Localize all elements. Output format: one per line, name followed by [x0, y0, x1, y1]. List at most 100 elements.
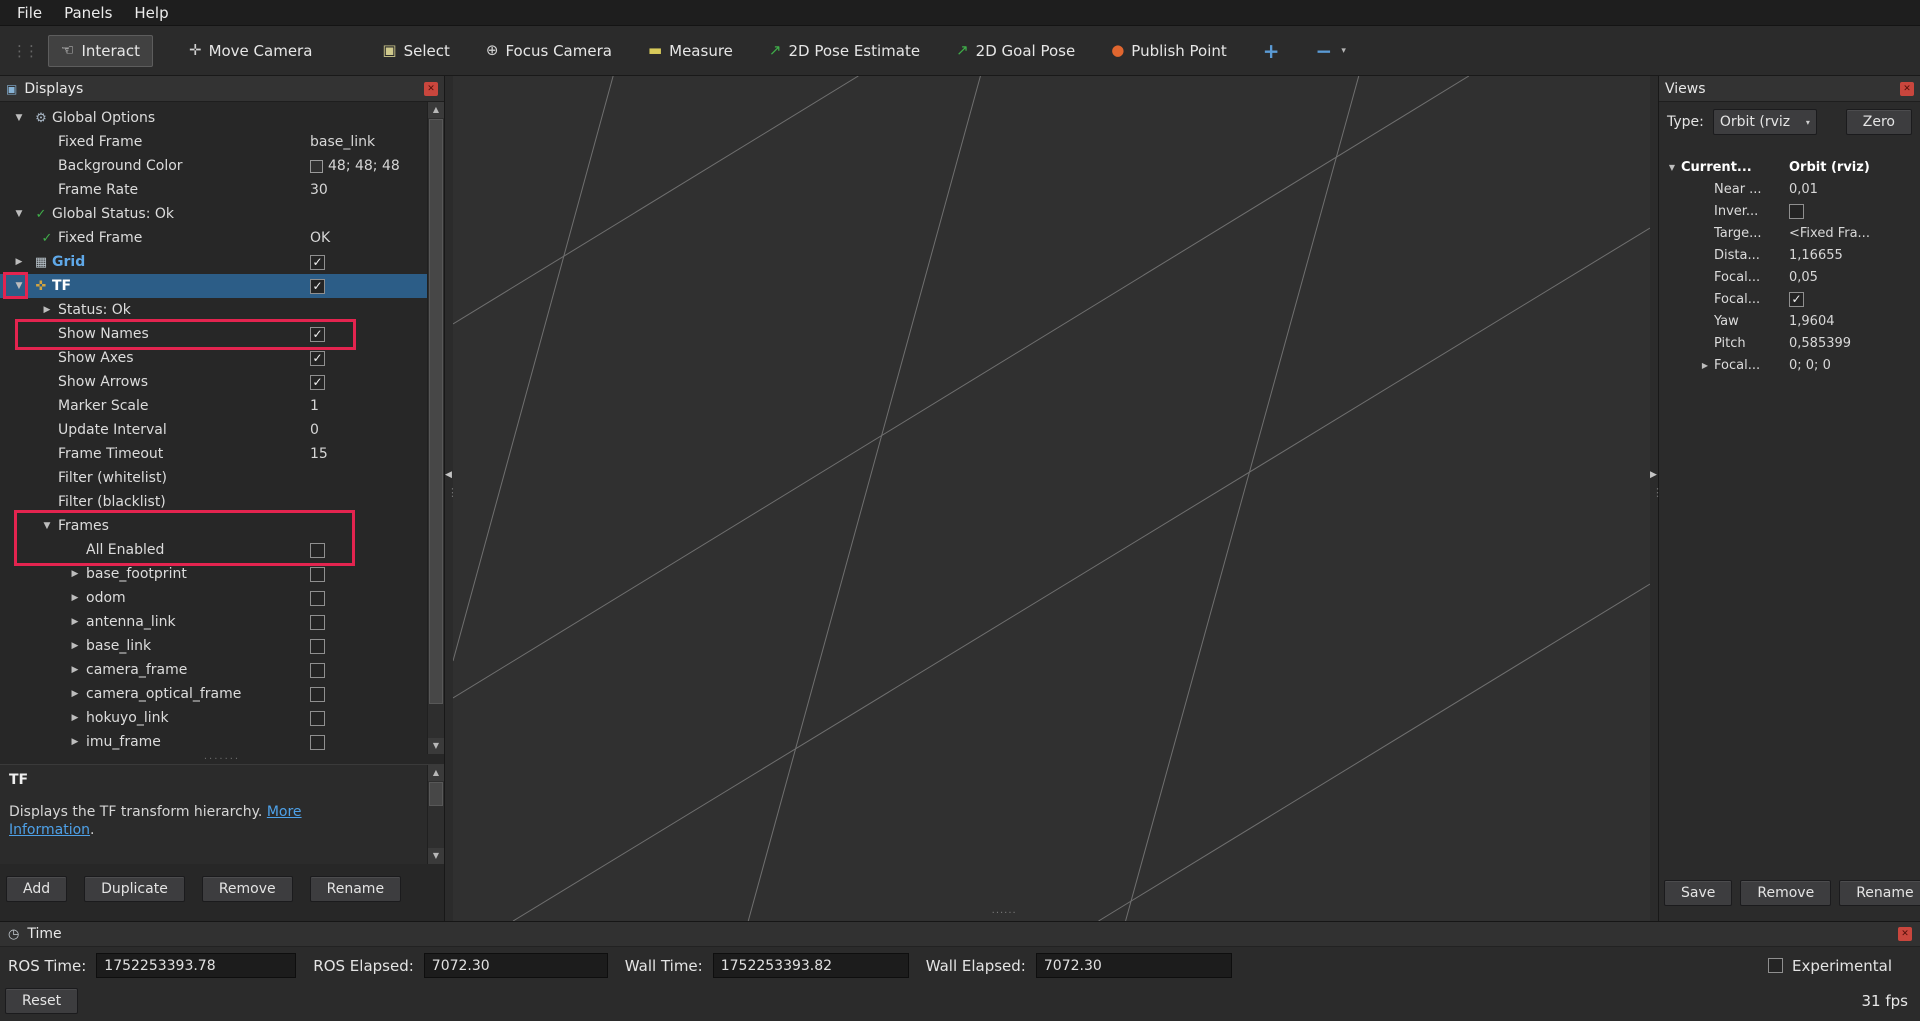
view-type-dropdown[interactable]: Orbit (rviz	[1713, 109, 1817, 135]
tool-select[interactable]: ▣Select	[382, 42, 449, 60]
display-row-fixed-frame[interactable]: ✓Fixed FrameOK	[0, 226, 427, 250]
display-row-grid[interactable]: ▶▦Grid✓	[0, 250, 427, 274]
checkbox[interactable]	[310, 615, 325, 630]
expander-down-icon[interactable]: ▼	[1663, 163, 1681, 172]
scroll-down-icon[interactable]	[428, 738, 444, 754]
tool-remove-tool[interactable]: −▾	[1316, 41, 1346, 61]
checkbox[interactable]	[310, 663, 325, 678]
checkbox[interactable]	[310, 687, 325, 702]
expander-down-icon[interactable]: ▼	[8, 113, 30, 123]
description-scrollbar[interactable]	[427, 765, 444, 864]
checkbox[interactable]	[310, 711, 325, 726]
scrollbar-thumb[interactable]	[429, 119, 443, 704]
view-property-near[interactable]: Near ...0,01	[1659, 178, 1920, 200]
display-row-odom[interactable]: ▶odom	[0, 586, 427, 610]
view-property-focal[interactable]: ▶Focal...0; 0; 0	[1659, 354, 1920, 376]
expander-right-icon[interactable]: ▶	[64, 665, 86, 675]
display-row-camera-optical-frame[interactable]: ▶camera_optical_frame	[0, 682, 427, 706]
expander-right-icon[interactable]: ▶	[8, 257, 30, 267]
zero-button[interactable]: Zero	[1846, 109, 1912, 135]
display-row-all-enabled[interactable]: All Enabled	[0, 538, 427, 562]
expander-right-icon[interactable]: ▶	[64, 593, 86, 603]
checkbox[interactable]	[1789, 204, 1804, 219]
expander-right-icon[interactable]: ▶	[64, 641, 86, 651]
checkbox[interactable]: ✓	[310, 351, 325, 366]
expander-right-icon[interactable]: ▶	[36, 305, 58, 315]
expander-right-icon[interactable]: ▶	[1696, 361, 1714, 370]
tool-add-tool[interactable]: +	[1263, 41, 1280, 61]
checkbox[interactable]: ✓	[1789, 292, 1804, 307]
display-row-hokuyo-link[interactable]: ▶hokuyo_link	[0, 706, 427, 730]
display-row-update-interval[interactable]: Update Interval0	[0, 418, 427, 442]
close-icon[interactable]	[1898, 927, 1912, 941]
display-row-status-ok[interactable]: ▶Status: Ok	[0, 298, 427, 322]
experimental-toggle[interactable]: Experimental	[1768, 957, 1892, 975]
display-row-filter-blacklist[interactable]: Filter (blacklist)	[0, 490, 427, 514]
tool-measure[interactable]: ▬Measure	[648, 42, 733, 60]
display-row-base-footprint[interactable]: ▶base_footprint	[0, 562, 427, 586]
add-button[interactable]: Add	[6, 876, 67, 902]
collapse-left-icon[interactable]	[445, 470, 452, 480]
time-field-input[interactable]	[96, 953, 296, 978]
display-row-frame-rate[interactable]: Frame Rate30	[0, 178, 427, 202]
tool-2d-pose-estimate[interactable]: ↗2D Pose Estimate	[769, 42, 920, 60]
scrollbar-thumb[interactable]	[429, 782, 443, 806]
display-row-global-status-ok[interactable]: ▼✓Global Status: Ok	[0, 202, 427, 226]
display-row-background-color[interactable]: Background Color48; 48; 48	[0, 154, 427, 178]
checkbox[interactable]: ✓	[310, 375, 325, 390]
collapse-right-icon[interactable]	[1650, 470, 1657, 480]
expander-right-icon[interactable]: ▶	[64, 569, 86, 579]
expander-down-icon[interactable]: ▼	[8, 209, 30, 219]
view-property-inver[interactable]: Inver...	[1659, 200, 1920, 222]
view-property-current[interactable]: ▼Current...Orbit (rviz)	[1659, 156, 1920, 178]
checkbox[interactable]: ✓	[310, 279, 325, 294]
duplicate-button[interactable]: Duplicate	[84, 876, 185, 902]
view-property-focal[interactable]: Focal...✓	[1659, 288, 1920, 310]
checkbox[interactable]	[310, 639, 325, 654]
tool-2d-goal-pose[interactable]: ↗2D Goal Pose	[956, 42, 1075, 60]
displays-tree-scrollbar[interactable]	[427, 102, 444, 754]
scroll-up-icon[interactable]	[428, 102, 444, 118]
rename-button[interactable]: Rename	[310, 876, 401, 902]
view-property-yaw[interactable]: Yaw1,9604	[1659, 310, 1920, 332]
display-row-antenna-link[interactable]: ▶antenna_link	[0, 610, 427, 634]
expander-down-icon[interactable]: ▼	[8, 281, 30, 291]
time-field-input[interactable]	[1036, 953, 1232, 978]
experimental-checkbox[interactable]	[1768, 958, 1783, 973]
right-splitter[interactable]	[1650, 76, 1658, 921]
expander-right-icon[interactable]: ▶	[64, 617, 86, 627]
tool-focus-camera[interactable]: ⊕Focus Camera	[486, 42, 612, 60]
display-row-imu-frame[interactable]: ▶imu_frame	[0, 730, 427, 754]
left-splitter[interactable]	[445, 76, 453, 921]
tree-description-splitter[interactable]	[0, 754, 444, 764]
display-row-fixed-frame[interactable]: Fixed Framebase_link	[0, 130, 427, 154]
display-row-tf[interactable]: ▼✜TF✓	[0, 274, 427, 298]
remove-button[interactable]: Remove	[202, 876, 293, 902]
save-button[interactable]: Save	[1664, 880, 1732, 906]
display-row-show-names[interactable]: Show Names✓	[0, 322, 427, 346]
expander-right-icon[interactable]: ▶	[64, 737, 86, 747]
display-row-show-axes[interactable]: Show Axes✓	[0, 346, 427, 370]
close-icon[interactable]	[424, 82, 438, 96]
expander-down-icon[interactable]: ▼	[36, 521, 58, 531]
expander-right-icon[interactable]: ▶	[64, 713, 86, 723]
checkbox[interactable]: ✓	[310, 255, 325, 270]
display-row-frames[interactable]: ▼Frames	[0, 514, 427, 538]
scroll-down-icon[interactable]	[428, 848, 444, 864]
expander-right-icon[interactable]: ▶	[64, 689, 86, 699]
tool-move-camera[interactable]: ✛Move Camera	[189, 42, 312, 60]
checkbox[interactable]	[310, 591, 325, 606]
display-row-frame-timeout[interactable]: Frame Timeout15	[0, 442, 427, 466]
time-field-input[interactable]	[713, 953, 909, 978]
close-icon[interactable]	[1900, 82, 1914, 96]
display-row-camera-frame[interactable]: ▶camera_frame	[0, 658, 427, 682]
menu-file[interactable]: File	[6, 2, 53, 24]
time-field-input[interactable]	[424, 953, 608, 978]
remove-button[interactable]: Remove	[1740, 880, 1831, 906]
view-property-dista[interactable]: Dista...1,16655	[1659, 244, 1920, 266]
checkbox[interactable]	[310, 735, 325, 750]
view-property-targe[interactable]: Targe...<Fixed Fra...	[1659, 222, 1920, 244]
display-row-filter-whitelist[interactable]: Filter (whitelist)	[0, 466, 427, 490]
menu-help[interactable]: Help	[123, 2, 179, 24]
view-property-pitch[interactable]: Pitch0,585399	[1659, 332, 1920, 354]
